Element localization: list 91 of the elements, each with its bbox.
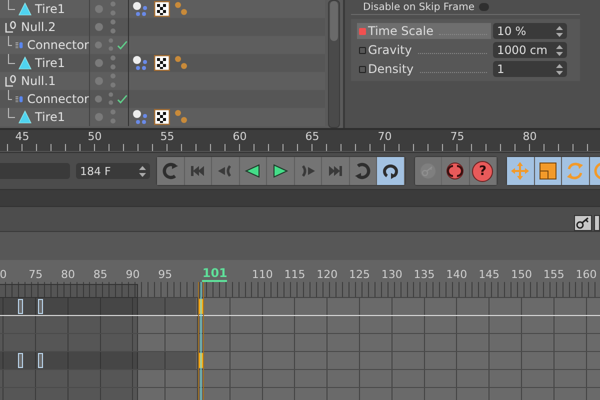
keyframe[interactable] — [38, 299, 43, 314]
keyframe-indicator[interactable] — [359, 46, 366, 54]
cone-icon — [18, 110, 32, 124]
ruler-label: 110 — [250, 268, 274, 282]
scrollbar[interactable] — [328, 0, 340, 128]
ruler-label: 0 — [0, 268, 8, 282]
checkmark-icon[interactable] — [117, 93, 128, 105]
checker-texture-icon — [154, 1, 170, 17]
object-name[interactable]: Null.1 — [21, 74, 56, 88]
toggle-button[interactable] — [594, 215, 600, 231]
ruler-label: 150 — [510, 268, 533, 282]
spheres-icon — [174, 109, 188, 125]
ruler-label: 55 — [159, 130, 176, 144]
ruler-label: 75 — [28, 268, 44, 282]
keyframe[interactable] — [38, 353, 43, 368]
help-button[interactable]: ? — [470, 157, 497, 185]
parameter-name: Density — [368, 62, 414, 76]
ruler-label: 45 — [14, 130, 30, 144]
visibility-dots-icon[interactable] — [94, 91, 116, 107]
keyframe[interactable] — [198, 353, 203, 368]
loop-arrow-icon[interactable] — [160, 161, 180, 181]
parameter-name: Gravity — [368, 43, 412, 57]
ruler-label: 125 — [348, 268, 371, 282]
frame-field[interactable]: 184 F — [76, 163, 150, 179]
parameter-label[interactable]: Density — [357, 61, 491, 77]
ruler-label: 155 — [542, 268, 566, 282]
object-name[interactable]: Tire1 — [35, 56, 65, 70]
visibility-dots-icon[interactable] — [94, 37, 116, 53]
circular-arrows-icon[interactable] — [445, 161, 466, 181]
value-field[interactable]: 10 % — [493, 23, 567, 39]
keyframe[interactable] — [198, 299, 203, 314]
ruler-label: 120 — [316, 268, 339, 282]
visibility-dots-icon[interactable] — [94, 55, 118, 71]
visibility-dots-icon[interactable] — [94, 109, 118, 125]
checkmark-icon[interactable] — [117, 39, 128, 51]
visibility-dots-icon[interactable] — [94, 73, 118, 89]
keyframe[interactable] — [18, 299, 23, 314]
ruler-label: 70 — [376, 130, 393, 144]
ruler-label: 160 — [574, 268, 598, 282]
ruler-label: 80 — [60, 268, 76, 282]
ruler-label: 90 — [124, 268, 141, 282]
ruler-label: 50 — [86, 130, 103, 144]
object-name[interactable]: Connector — [27, 92, 89, 106]
spheres-icon — [132, 109, 150, 125]
spheres-icon — [132, 1, 150, 17]
spinner-arrows-icon[interactable] — [556, 44, 563, 56]
spinner-arrows-icon[interactable] — [139, 166, 146, 176]
ruler-label: 65 — [304, 130, 320, 144]
cone-icon — [18, 2, 32, 16]
spheres-icon — [132, 55, 150, 71]
ruler-label: 85 — [92, 268, 108, 282]
transport-button[interactable] — [534, 157, 562, 185]
parameter-label[interactable]: Time Scale — [357, 23, 491, 39]
ruler-label: 80 — [522, 130, 538, 144]
transport-button[interactable] — [377, 157, 404, 185]
ruler-label: 145 — [478, 268, 501, 282]
spinner-arrows-icon[interactable] — [556, 64, 563, 74]
parameter-label[interactable]: Gravity — [357, 42, 491, 58]
object-name[interactable]: Null.2 — [21, 20, 56, 34]
parameter-name: Time Scale — [368, 24, 434, 38]
checker-texture-icon — [154, 55, 170, 71]
spheres-icon — [174, 55, 188, 71]
ruler-label: 130 — [380, 268, 404, 282]
checker-texture-icon — [154, 109, 170, 125]
visibility-dots-icon[interactable] — [94, 19, 118, 35]
null-object-icon — [4, 20, 18, 34]
current-frame-label: 101 — [202, 266, 228, 282]
ruler-label: 60 — [232, 130, 248, 144]
keyframe[interactable] — [18, 353, 23, 368]
object-name[interactable]: Connector — [27, 38, 89, 52]
keyframe-indicator[interactable] — [359, 28, 366, 34]
spinner-arrows-icon[interactable] — [556, 26, 563, 36]
checkbox-label: Disable on Skip Frame — [363, 2, 475, 12]
ruler-label: 95 — [157, 268, 174, 282]
ruler-label: 140 — [445, 268, 468, 282]
spheres-icon — [174, 1, 188, 17]
ruler-label: 115 — [283, 268, 306, 282]
keyframe-indicator[interactable] — [359, 66, 366, 72]
scrollbar-thumb[interactable] — [330, 1, 338, 41]
object-name[interactable]: Tire1 — [35, 2, 65, 16]
ruler-label: 75 — [449, 130, 466, 144]
null-object-icon — [4, 74, 18, 88]
value-field[interactable]: 1000 cm — [493, 42, 567, 58]
loop-arrow-icon[interactable] — [352, 161, 373, 181]
cone-icon — [18, 56, 32, 70]
scale-icon[interactable] — [538, 161, 558, 181]
ruler-label: 135 — [412, 268, 436, 282]
checkbox[interactable] — [478, 3, 489, 11]
visibility-dots-icon[interactable] — [94, 1, 118, 17]
value-field[interactable]: 1 — [493, 61, 567, 77]
object-name[interactable]: Tire1 — [35, 110, 65, 124]
